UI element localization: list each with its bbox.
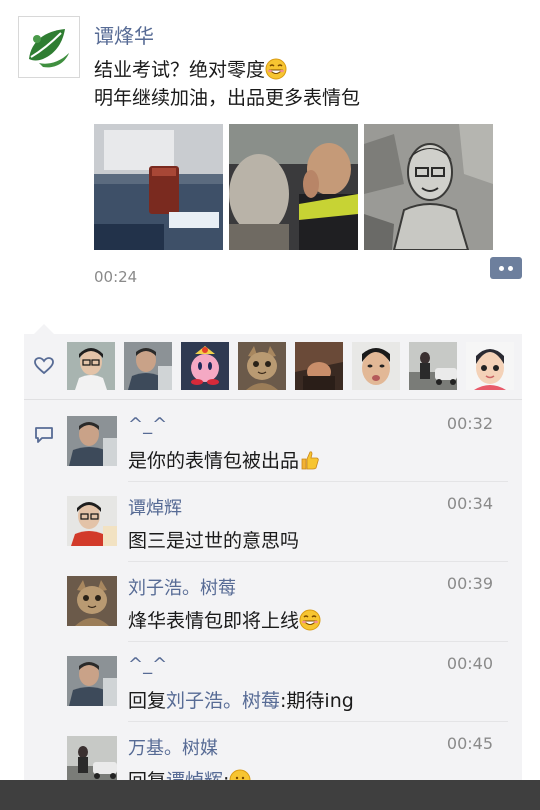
comment-author[interactable]: 刘子浩。树莓 <box>128 574 236 600</box>
comment-time: 00:34 <box>446 494 493 513</box>
post-text-line-1: 结业考试？绝对零度 <box>94 59 266 81</box>
comment-text: 图三是过世的意思吗 <box>128 530 300 552</box>
thumbs-up-icon <box>301 451 319 470</box>
more-actions-button[interactable] <box>490 257 522 279</box>
comment-time: 00:40 <box>446 654 493 673</box>
comment-avatar[interactable] <box>67 496 117 546</box>
like-avatar[interactable] <box>67 342 115 390</box>
comment-text: 回复刘子浩。树莓:期待ing <box>128 686 354 713</box>
like-avatar[interactable] <box>409 342 457 390</box>
post-timestamp: 00:24 <box>94 268 138 286</box>
like-avatar[interactable] <box>238 342 286 390</box>
grin-emoji-icon <box>265 58 287 80</box>
comment-author[interactable]: 万基。树媒 <box>128 734 218 760</box>
comment-author[interactable]: ^_^ <box>128 414 167 435</box>
post-text: 结业考试？绝对零度 明年继续加油，出品更多表情包 <box>94 56 360 112</box>
reply-prefix: 回复 <box>128 690 167 712</box>
comment-body: 是你的表情包被出品 <box>128 450 300 472</box>
bottom-overlay-bar <box>0 780 540 810</box>
comment-avatar[interactable] <box>67 416 117 466</box>
likes-row <box>24 334 522 400</box>
comment-divider <box>128 641 508 642</box>
comment-avatar[interactable] <box>67 736 117 786</box>
like-avatar[interactable] <box>352 342 400 390</box>
comment-icon <box>35 427 53 443</box>
post-photo-1[interactable] <box>94 124 223 250</box>
post-photo-2[interactable] <box>229 124 358 250</box>
reply-target-link[interactable]: 刘子浩。树莓 <box>166 690 280 712</box>
comment-divider <box>128 481 508 482</box>
post-photo-3[interactable] <box>364 124 493 250</box>
post-author-name[interactable]: 谭烽华 <box>94 20 154 49</box>
comment-avatar[interactable] <box>67 656 117 706</box>
like-avatar[interactable] <box>181 342 229 390</box>
post-text-line-2: 明年继续加油，出品更多表情包 <box>94 87 361 109</box>
comment-time: 00:45 <box>446 734 493 753</box>
comment-author[interactable]: 谭焯辉 <box>128 494 182 520</box>
grin-emoji-icon <box>299 609 321 631</box>
comment-avatar[interactable] <box>67 576 117 626</box>
like-avatar[interactable] <box>466 342 514 390</box>
comment-divider <box>128 721 508 722</box>
like-avatar[interactable] <box>124 342 172 390</box>
comment-divider <box>128 561 508 562</box>
comments-panel: ^_^ 00:32 是你的表情包被出品 谭焯辉 00:34 图三是过世的意思吗 … <box>24 334 522 810</box>
photo-grid <box>94 124 493 250</box>
comment-text: 烽华表情包即将上线 <box>128 606 321 633</box>
comment-time: 00:39 <box>446 574 493 593</box>
comment-author[interactable]: ^_^ <box>128 654 167 675</box>
dot-icon <box>508 265 513 271</box>
comment-time: 00:32 <box>446 414 493 433</box>
comment-text: 是你的表情包被出品 <box>128 446 321 473</box>
heart-icon <box>34 357 54 375</box>
like-avatar[interactable] <box>295 342 343 390</box>
dot-icon <box>499 265 504 271</box>
like-avatars <box>67 342 514 390</box>
moments-post: 谭烽华 结业考试？绝对零度 明年继续加油，出品更多表情包 00:24 <box>0 0 540 330</box>
reply-body: :期待ing <box>280 690 354 712</box>
author-avatar[interactable] <box>18 16 80 78</box>
comment-body: 烽华表情包即将上线 <box>128 610 300 632</box>
leaf-logo-icon <box>21 19 77 75</box>
panel-caret <box>34 324 54 334</box>
